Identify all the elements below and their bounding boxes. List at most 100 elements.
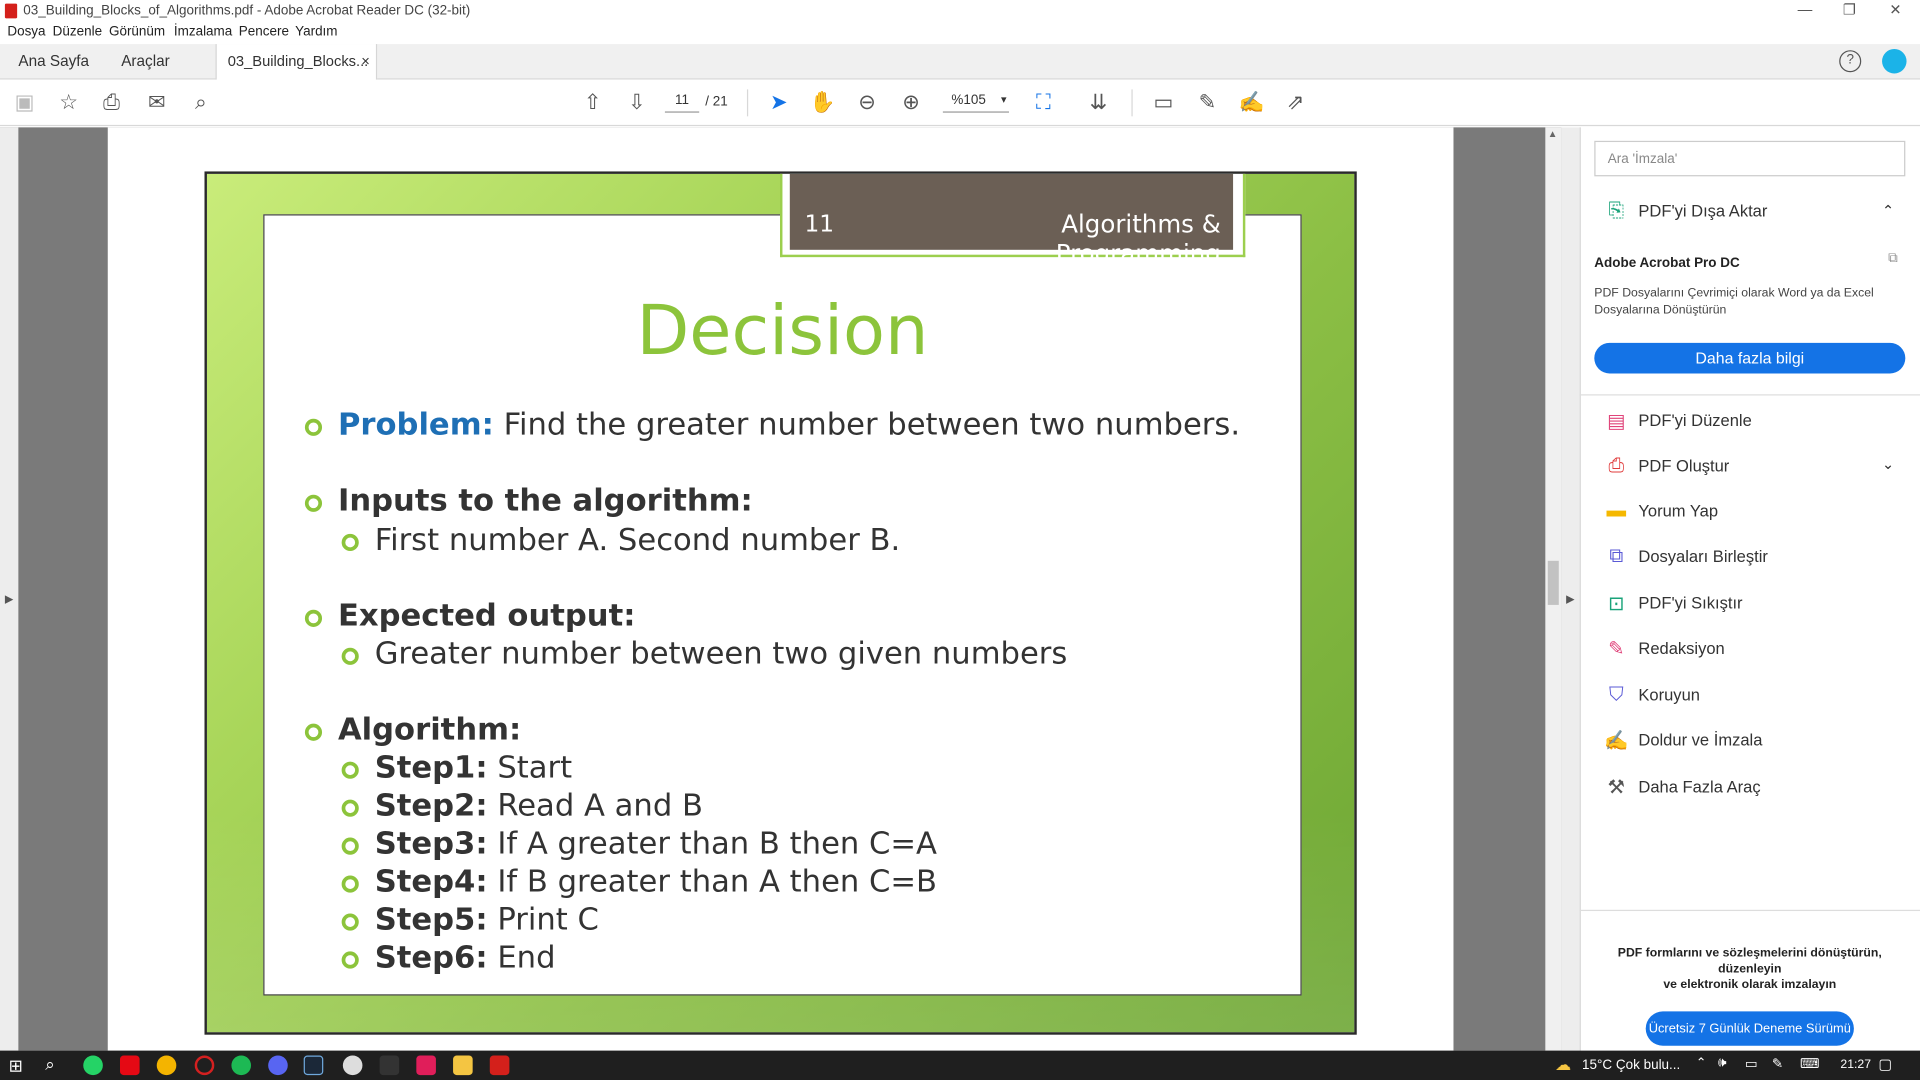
step-text: If B greater than A then C=B <box>487 863 938 899</box>
copy-icon[interactable]: ⧉ <box>1888 251 1898 267</box>
step-text: End <box>487 939 556 975</box>
bullet <box>341 837 359 855</box>
tools-search-input[interactable]: Ara 'İmzala' <box>1594 140 1906 177</box>
slack-icon[interactable] <box>416 1055 436 1076</box>
tab-tools[interactable]: Araçlar <box>121 44 169 80</box>
scroll-thumb[interactable] <box>1547 560 1559 605</box>
discord-icon[interactable] <box>268 1055 288 1076</box>
menu-help[interactable]: Yardım <box>295 24 337 39</box>
menu-file[interactable]: Dosya <box>7 24 45 39</box>
tab-document-label: 03_Building_Blocks... <box>227 52 369 70</box>
zoom-in-icon[interactable]: ⊕ <box>899 91 923 115</box>
hand-tool-icon[interactable]: ✋ <box>810 91 836 115</box>
slide: 11 Algorithms & Programming Decision Pro… <box>204 171 1357 1035</box>
tool-label: Yorum Yap <box>1638 502 1719 521</box>
title-bar: 03_Building_Blocks_of_Algorithms.pdf - A… <box>0 0 1920 24</box>
windows-start-icon[interactable]: ⊞ <box>9 1056 23 1077</box>
step-label: Step2: <box>374 787 488 823</box>
email-icon[interactable]: ✉ <box>144 91 168 115</box>
zoom-select[interactable]: %105 ▾ <box>942 93 1009 113</box>
comment-icon[interactable]: ▭ <box>1151 91 1175 115</box>
volume-icon[interactable]: 🕪 <box>1718 1056 1726 1072</box>
vertical-scrollbar[interactable]: ▲ <box>1545 127 1562 1051</box>
restore-icon[interactable]: ❐ <box>1843 1 1856 18</box>
minimize-icon[interactable]: — <box>1798 1 1813 18</box>
menu-edit[interactable]: Düzenle <box>53 24 102 39</box>
bullet <box>341 913 359 931</box>
page-number-input[interactable]: 11 <box>664 93 700 113</box>
keyboard-icon[interactable]: ⌨ <box>1800 1056 1819 1072</box>
highlight-pen-icon[interactable]: ✎ <box>1195 91 1219 115</box>
close-tab-icon[interactable]: × <box>361 44 370 78</box>
save-icon[interactable]: ▣ <box>12 91 36 115</box>
bullet <box>341 761 359 779</box>
menu-window[interactable]: Pencere <box>239 24 289 39</box>
export-pdf-icon: ⎘ <box>1608 200 1625 222</box>
next-page-icon[interactable]: ⇩ <box>624 91 648 115</box>
opera-icon[interactable] <box>194 1055 215 1076</box>
chrome-icon[interactable] <box>156 1055 177 1076</box>
netflix-icon[interactable] <box>120 1055 140 1076</box>
spotify-icon[interactable] <box>231 1055 252 1076</box>
weather-text[interactable]: 15°C Çok bulu... <box>1582 1058 1680 1073</box>
zoom-out-icon[interactable]: ⊖ <box>855 91 879 115</box>
file-explorer-icon[interactable] <box>453 1055 473 1076</box>
network-icon[interactable]: ▭ <box>1745 1056 1758 1072</box>
account-avatar[interactable] <box>1882 48 1907 74</box>
bookmark-star-icon[interactable]: ☆ <box>56 91 80 115</box>
bullet <box>341 951 359 969</box>
search-icon[interactable]: ⌕ <box>189 91 213 115</box>
tray-chevron-icon[interactable]: ⌃ <box>1696 1057 1706 1070</box>
separator <box>746 89 749 117</box>
comment-icon: ▬ <box>1606 500 1627 522</box>
weather-icon: ☁ <box>1555 1055 1572 1074</box>
tab-home[interactable]: Ana Sayfa <box>18 44 89 80</box>
print-icon[interactable]: ⎙ <box>99 91 123 115</box>
acrobat-icon <box>4 3 18 19</box>
whatsapp-icon[interactable] <box>83 1055 103 1076</box>
step-label: Step4: <box>374 863 488 899</box>
free-trial-button[interactable]: Ücretsiz 7 Günlük Deneme Sürümü <box>1645 1011 1854 1046</box>
bullet <box>341 533 359 552</box>
terminal-icon[interactable] <box>379 1055 400 1076</box>
left-panel-toggle[interactable]: ▶ <box>0 127 19 1051</box>
menu-view[interactable]: Görünüm <box>109 24 165 39</box>
scroll-up-icon[interactable]: ▲ <box>1548 129 1558 140</box>
tool-label: PDF'yi Sıkıştır <box>1638 593 1743 613</box>
separator <box>1131 89 1133 117</box>
right-panel-toggle[interactable]: ▶ <box>1561 127 1580 1051</box>
step-line: Step6: End <box>375 939 556 975</box>
bullet <box>341 875 359 893</box>
clock[interactable]: 21:27 <box>1840 1058 1871 1071</box>
protect-icon: ⛉ <box>1608 684 1624 706</box>
sign-icon[interactable]: ✍ <box>1238 91 1264 115</box>
bullet <box>304 494 323 512</box>
tab-document[interactable]: 03_Building_Blocks... × <box>215 44 378 81</box>
bullet <box>304 418 323 436</box>
select-cursor-icon[interactable]: ➤ <box>767 91 791 115</box>
previous-page-icon[interactable]: ⇧ <box>580 91 604 115</box>
acrobat-taskbar-icon[interactable] <box>489 1055 510 1076</box>
share-icon[interactable]: ⇗ <box>1283 91 1307 115</box>
scroll-mode-icon[interactable]: ⇊ <box>1086 91 1110 115</box>
notifications-icon[interactable]: ▢ <box>1878 1056 1892 1073</box>
search-icon[interactable]: ⌕ <box>45 1054 55 1075</box>
problem-label: Problem: <box>337 406 494 443</box>
export-pdf-label: PDF'yi Dışa Aktar <box>1638 202 1768 221</box>
pen-icon[interactable]: ✎ <box>1772 1056 1783 1072</box>
step-label: Step3: <box>374 825 488 861</box>
more-info-button[interactable]: Daha fazla bilgi <box>1594 342 1906 374</box>
menu-sign[interactable]: İmzalama <box>174 24 232 39</box>
fit-page-icon[interactable]: ⛶ <box>1031 91 1055 115</box>
chevron-down-icon[interactable]: ⌄ <box>1882 456 1894 473</box>
help-icon[interactable]: ? <box>1839 50 1862 73</box>
app-icon[interactable] <box>342 1055 363 1076</box>
divider <box>1579 394 1920 396</box>
bullet <box>341 799 359 817</box>
steam-icon[interactable] <box>303 1055 324 1076</box>
page-total: / 21 <box>705 94 728 109</box>
close-window-icon[interactable]: ✕ <box>1889 1 1901 18</box>
tool-label: PDF Oluştur <box>1638 456 1730 476</box>
chevron-up-icon[interactable]: ⌃ <box>1882 202 1894 219</box>
menu-bar: Dosya Düzenle Görünüm İmzalama Pencere Y… <box>0 23 1920 44</box>
